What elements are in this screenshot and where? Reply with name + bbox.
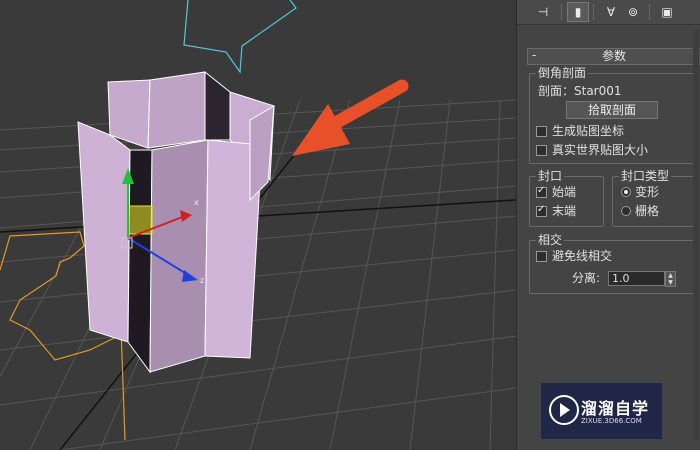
rollout-title: 参数 — [601, 49, 626, 63]
bevel-profile-group: 倒角剖面 剖面： Star001 拾取剖面 生成贴图坐标 真实世界贴图大小 — [529, 65, 699, 164]
capping-title: 封口 — [536, 168, 565, 184]
bevel-object — [77, 70, 275, 374]
avoid-intersections-label: 避免线相交 — [552, 249, 613, 263]
cap-type-morph-label: 变形 — [635, 185, 660, 199]
star-spline — [183, 0, 297, 74]
watermark-url: ZIXUE.3D66.COM — [581, 417, 642, 425]
panel-scrollbar[interactable] — [693, 30, 699, 440]
viewport-scene: x z — [0, 0, 516, 450]
svg-text:x: x — [194, 198, 199, 207]
pin-stack-icon[interactable]: ⊣ — [533, 2, 553, 22]
generate-mapping-checkbox[interactable] — [536, 126, 547, 137]
modify-icon[interactable]: ▮ — [567, 2, 589, 22]
cap-type-grid-label: 栅格 — [635, 204, 660, 218]
cap-type-group: 封口类型 变形 栅格 — [612, 168, 699, 227]
capping-group: 封口 ✓ 始端 ✓ 末端 — [529, 168, 604, 227]
watermark-badge: 溜溜自学 ZIXUE.3D66.COM — [541, 383, 662, 439]
cap-end-label: 末端 — [552, 204, 577, 218]
parameters-rollout-header[interactable]: - 参数 — [527, 48, 700, 65]
cap-type-morph-radio[interactable] — [621, 187, 631, 197]
motion-icon[interactable]: ⊚ — [623, 2, 643, 22]
separation-input[interactable]: 1.0 — [608, 271, 665, 286]
generate-mapping-label: 生成贴图坐标 — [552, 124, 625, 138]
pointer-arrow — [292, 79, 409, 156]
command-panel-toolbar: ⊣ ▮ ∀ ⊚ ▣ — [517, 0, 700, 25]
cap-type-grid-radio[interactable] — [621, 206, 631, 216]
intersections-title: 相交 — [536, 232, 565, 248]
cap-start-label: 始端 — [552, 185, 577, 199]
pick-profile-button[interactable]: 拾取剖面 — [566, 101, 658, 119]
cap-type-title: 封口类型 — [619, 168, 672, 184]
separation-label: 分离: — [572, 271, 601, 285]
bevel-profile-title: 倒角剖面 — [536, 65, 589, 81]
real-world-map-label: 真实世界贴图大小 — [552, 143, 649, 157]
cap-start-checkbox[interactable]: ✓ — [536, 185, 547, 198]
perspective-viewport[interactable]: x z — [0, 0, 516, 450]
intersections-group: 相交 避免线相交 分离: 1.0 ▲ ▼ — [529, 232, 699, 294]
real-world-map-checkbox[interactable] — [536, 145, 547, 156]
play-logo-icon — [549, 395, 579, 425]
watermark-title: 溜溜自学 — [581, 399, 650, 418]
profile-value: Star001 — [574, 84, 622, 98]
svg-text:z: z — [200, 276, 204, 285]
separation-spinner-arrows[interactable]: ▲ ▼ — [665, 271, 676, 287]
cap-end-checkbox[interactable]: ✓ — [536, 204, 547, 217]
profile-label: 剖面： — [538, 84, 575, 98]
display-icon[interactable]: ▣ — [657, 2, 677, 22]
hierarchy-icon[interactable]: ∀ — [601, 2, 621, 22]
avoid-intersections-checkbox[interactable] — [536, 251, 547, 262]
